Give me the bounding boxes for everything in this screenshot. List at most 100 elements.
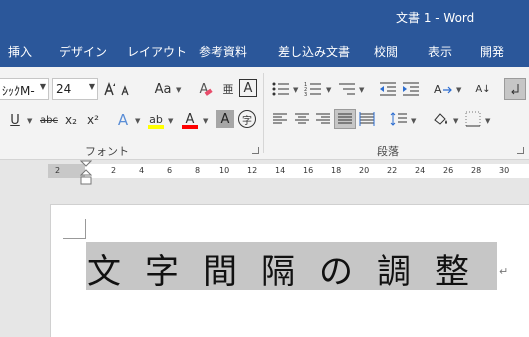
line-spacing-icon (390, 112, 407, 126)
text-direction-button[interactable]: A (432, 79, 454, 99)
ruler-tick: 20 (359, 166, 370, 175)
bullet-list-icon (272, 82, 289, 96)
ruler-tick: 8 (195, 166, 201, 175)
paragraph-dialog-launcher[interactable] (517, 147, 524, 154)
font-size-value: 24 (56, 82, 72, 96)
chevron-down-icon: ▼ (203, 117, 209, 125)
asian-layout-icon: A (434, 83, 452, 96)
align-center-icon (295, 113, 309, 124)
font-name-combo[interactable]: ｼｯｸM- ▼ (0, 78, 49, 100)
sort-label: A↓ (475, 83, 491, 95)
font-group-label: フォント (85, 145, 129, 158)
font-color-swatch (182, 125, 198, 129)
chevron-down-icon: ▼ (456, 86, 462, 94)
window-title: 文書 1 - Word (396, 11, 475, 25)
character-border-label: A (243, 80, 253, 96)
tab-mailings[interactable]: 差し込み文書 (278, 43, 350, 60)
ribbon-tabs: 挿入 デザイン レイアウト 参考資料 差し込み文書 校閲 表示 開発 (0, 34, 529, 67)
shrink-font-button[interactable] (120, 79, 132, 99)
ruler-tick: 26 (443, 166, 454, 175)
align-right-icon (316, 113, 330, 124)
character-shading-button[interactable]: A (216, 110, 234, 128)
horizontal-ruler[interactable] (48, 164, 529, 178)
text-effects-button[interactable]: A (114, 110, 132, 130)
chevron-down-icon: ▼ (176, 86, 182, 94)
phonetic-guide-label: 亜 (222, 83, 234, 96)
tab-references[interactable]: 参考資料 (199, 43, 247, 60)
chevron-down-icon: ▼ (326, 86, 332, 94)
underline-label: U (10, 112, 20, 128)
justify-button[interactable] (334, 109, 356, 129)
svg-text:A: A (434, 83, 442, 96)
superscript-button[interactable]: x² (84, 110, 102, 130)
change-case-label: Aa (154, 81, 172, 97)
multilevel-list-button[interactable] (337, 79, 357, 99)
align-right-button[interactable] (314, 110, 332, 128)
strikethrough-button[interactable]: abc (38, 110, 60, 130)
chevron-down-icon: ▼ (27, 117, 33, 125)
tab-design[interactable]: デザイン (59, 43, 107, 60)
indent-icon (403, 82, 419, 96)
indent-marker-icon[interactable] (80, 160, 92, 186)
ruler-tick: 14 (275, 166, 286, 175)
distributed-button[interactable] (358, 110, 376, 128)
font-color-button[interactable]: A (180, 108, 200, 130)
underline-button[interactable]: U (6, 110, 24, 130)
sort-button[interactable]: A↓ (474, 79, 492, 99)
font-dialog-launcher[interactable] (252, 147, 259, 154)
ruler-tick: 22 (387, 166, 398, 175)
decrease-indent-button[interactable] (378, 79, 398, 99)
formatting-marks-icon (511, 84, 519, 95)
align-center-button[interactable] (293, 110, 311, 128)
paragraph-group-label: 段落 (377, 145, 399, 158)
tab-view[interactable]: 表示 (428, 43, 452, 60)
ruler-tick: 18 (331, 166, 342, 175)
paragraph-mark-icon: ↵ (499, 265, 509, 278)
ruler-tick: 10 (219, 166, 230, 175)
ruler-tick: 2 (111, 166, 117, 175)
ruler-tick: 16 (303, 166, 314, 175)
chevron-down-icon: ▼ (135, 117, 141, 125)
shrink-font-icon (121, 85, 129, 96)
tab-review[interactable]: 校閲 (374, 43, 398, 60)
multilevel-list-icon (339, 83, 355, 95)
borders-button[interactable] (464, 110, 482, 128)
borders-icon (465, 111, 481, 127)
line-spacing-button[interactable] (389, 110, 409, 128)
show-formatting-marks-button[interactable] (504, 78, 526, 100)
text-effects-label: A (117, 111, 129, 129)
chevron-down-icon: ▼ (453, 117, 459, 125)
bullets-button[interactable] (271, 79, 291, 99)
change-case-button[interactable]: Aa (152, 79, 174, 99)
tab-developer[interactable]: 開発 (480, 43, 504, 60)
character-border-button[interactable]: A (239, 79, 257, 97)
font-size-combo[interactable]: 24 ▼ (52, 78, 98, 100)
chevron-down-icon: ▼ (168, 117, 174, 125)
shading-button[interactable] (431, 110, 451, 128)
highlight-color-swatch (148, 125, 164, 129)
subscript-label: x₂ (65, 113, 77, 127)
margin-corner-mark (85, 219, 86, 239)
title-bar: 文書 1 - Word (0, 0, 529, 34)
highlight-button[interactable]: ab (146, 108, 166, 130)
subscript-button[interactable]: x₂ (62, 110, 80, 130)
ruler-tick: 24 (415, 166, 426, 175)
ribbon: ｼｯｸM- ▼ 24 ▼ Aa ▼ A 亜 A U ▼ abc x₂ x² A … (0, 67, 529, 160)
phonetic-guide-button[interactable]: 亜 (219, 79, 237, 99)
grow-font-button[interactable] (104, 79, 116, 99)
eraser-icon (204, 88, 213, 96)
document-text[interactable]: 文字間隔の調整 (87, 244, 493, 293)
svg-text:3: 3 (304, 92, 307, 97)
strikethrough-label: abc (40, 114, 58, 126)
align-left-button[interactable] (271, 110, 289, 128)
tab-insert[interactable]: 挿入 (8, 43, 32, 60)
tab-layout[interactable]: レイアウト (127, 43, 187, 60)
ruler-tick: 30 (499, 166, 510, 175)
ruler-tick: 6 (167, 166, 173, 175)
chevron-down-icon: ▼ (485, 117, 491, 125)
increase-indent-button[interactable] (401, 79, 421, 99)
group-separator (263, 73, 264, 153)
numbering-button[interactable]: 123 (303, 79, 323, 99)
enclose-characters-button[interactable]: 字 (238, 110, 256, 128)
clear-formatting-button[interactable]: A (194, 79, 214, 99)
